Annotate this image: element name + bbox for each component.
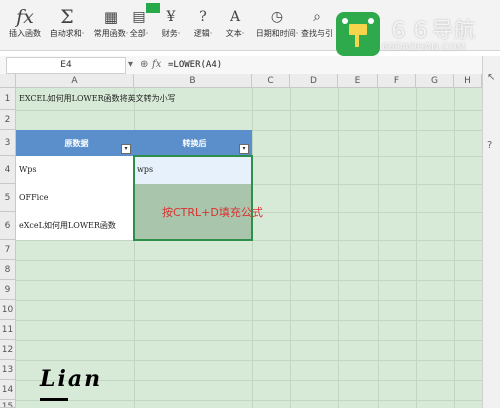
logic-icon: ? <box>199 9 207 25</box>
help-icon[interactable]: ? <box>487 140 492 151</box>
filter-dropdown-icon[interactable]: ▾ <box>239 144 249 154</box>
logic-label: 逻辑· <box>193 29 213 38</box>
watermark-url: 66DAOHAN.COM <box>382 42 466 53</box>
autosum-button[interactable]: Σ 自动求和· <box>44 6 90 46</box>
column-header-a[interactable]: A <box>16 74 134 88</box>
insert-function-button[interactable]: fx 插入函数 <box>2 6 48 46</box>
clock-icon: ◷ <box>270 9 284 25</box>
cursor-icon[interactable]: ↖ <box>487 72 495 83</box>
formula-input[interactable]: =LOWER(A4) <box>168 58 222 73</box>
watermark-title: ６６导航 <box>388 18 476 42</box>
name-box[interactable]: E4 <box>6 57 126 74</box>
lookup-button[interactable]: ⌕ 查找与引 <box>300 6 334 46</box>
formula-bar: E4 ▾ ⊕ fx =LOWER(A4) <box>0 56 500 75</box>
column-header-c[interactable]: C <box>252 74 290 88</box>
gridline <box>16 340 482 341</box>
column-header-h[interactable]: H <box>454 74 482 88</box>
text-button[interactable]: A 文本· <box>220 6 250 46</box>
row-header-2[interactable]: 2 <box>0 110 16 130</box>
gridline <box>16 360 482 361</box>
text-icon: A <box>229 9 241 25</box>
dropdown-chevron-icon[interactable]: ▾ <box>128 57 133 73</box>
row-header-8[interactable]: 8 <box>0 260 16 280</box>
column-header-d[interactable]: D <box>290 74 338 88</box>
gridline <box>16 320 482 321</box>
column-header-g[interactable]: G <box>416 74 454 88</box>
fill-hint-text: 按CTRL+D填充公式 <box>162 206 263 219</box>
ribbon-toolbar: fx 插入函数 Σ 自动求和· ▦ 常用函数· ▤ 全部· ¥ 财务· ? 逻辑… <box>0 0 500 56</box>
row-header-11[interactable]: 11 <box>0 320 16 340</box>
fx-icon: fx <box>16 6 34 28</box>
row-header-6[interactable]: 6 <box>0 212 16 240</box>
row-header-4[interactable]: 4 <box>0 156 16 184</box>
header-a-label: 原数据 <box>64 138 89 148</box>
gridline <box>16 110 482 111</box>
cell-a1-title[interactable]: EXCEL如何用LOWER函数将英文转为小写 <box>16 88 316 110</box>
gridline <box>16 280 482 281</box>
gridline <box>16 300 482 301</box>
autosum-label: 自动求和· <box>49 29 85 38</box>
column-header-f[interactable]: F <box>378 74 416 88</box>
sigma-icon: Σ <box>60 6 74 28</box>
gridline <box>16 400 482 401</box>
row-header-3[interactable]: 3 <box>0 130 16 156</box>
row-header-14[interactable]: 14 <box>0 380 16 400</box>
column-header-e[interactable]: E <box>338 74 378 88</box>
select-all-corner[interactable] <box>0 74 16 88</box>
cell-a3-header[interactable]: 原数据 ▾ <box>16 130 134 156</box>
cell-a4[interactable]: Wps <box>16 156 134 184</box>
header-b-label: 转换后 <box>182 138 207 148</box>
signature-underline <box>40 398 68 401</box>
row-header-9[interactable]: 9 <box>0 280 16 300</box>
all-functions-label: 全部· <box>129 29 149 38</box>
selection-range[interactable] <box>133 155 253 241</box>
right-sidebar: ↖ ? <box>482 56 500 408</box>
lookup-label: 查找与引 <box>301 29 333 38</box>
text-label: 文本· <box>225 29 245 38</box>
column-header-b[interactable]: B <box>134 74 252 88</box>
date-time-label: 日期和时间· <box>255 29 299 38</box>
gridline <box>16 260 482 261</box>
spreadsheet-grid[interactable]: A B C D E F G H 1 2 3 4 5 6 7 8 9 10 11 … <box>0 74 482 408</box>
cell-a5[interactable]: OFFice <box>16 184 134 212</box>
filter-dropdown-icon[interactable]: ▾ <box>121 144 131 154</box>
finance-button[interactable]: ¥ 财务· <box>156 6 186 46</box>
row-header-7[interactable]: 7 <box>0 240 16 260</box>
cell-b3-header[interactable]: 转换后 ▾ <box>134 130 252 156</box>
fx-icon[interactable]: fx <box>152 57 161 73</box>
finance-icon: ¥ <box>166 9 176 25</box>
all-functions-button[interactable]: ▤ 全部· <box>124 6 154 46</box>
cell-a6[interactable]: eXceL如何用LOWER函数 <box>16 212 134 240</box>
insert-function-label: 插入函数 <box>9 29 41 38</box>
logic-button[interactable]: ? 逻辑· <box>188 6 218 46</box>
row-header-5[interactable]: 5 <box>0 184 16 212</box>
row-header-10[interactable]: 10 <box>0 300 16 320</box>
watermark-logo-icon <box>336 12 380 56</box>
lookup-icon: ⌕ <box>313 9 321 25</box>
row-header-15[interactable]: 15 <box>0 400 16 408</box>
row-header-13[interactable]: 13 <box>0 360 16 380</box>
finance-label: 财务· <box>161 29 181 38</box>
zoom-icon[interactable]: ⊕ <box>140 57 148 73</box>
author-signature: Lian <box>40 366 103 392</box>
row-header-12[interactable]: 12 <box>0 340 16 360</box>
row-header-1[interactable]: 1 <box>0 88 16 110</box>
date-time-button[interactable]: ◷ 日期和时间· <box>254 6 300 46</box>
all-functions-icon: ▤ <box>132 9 146 25</box>
